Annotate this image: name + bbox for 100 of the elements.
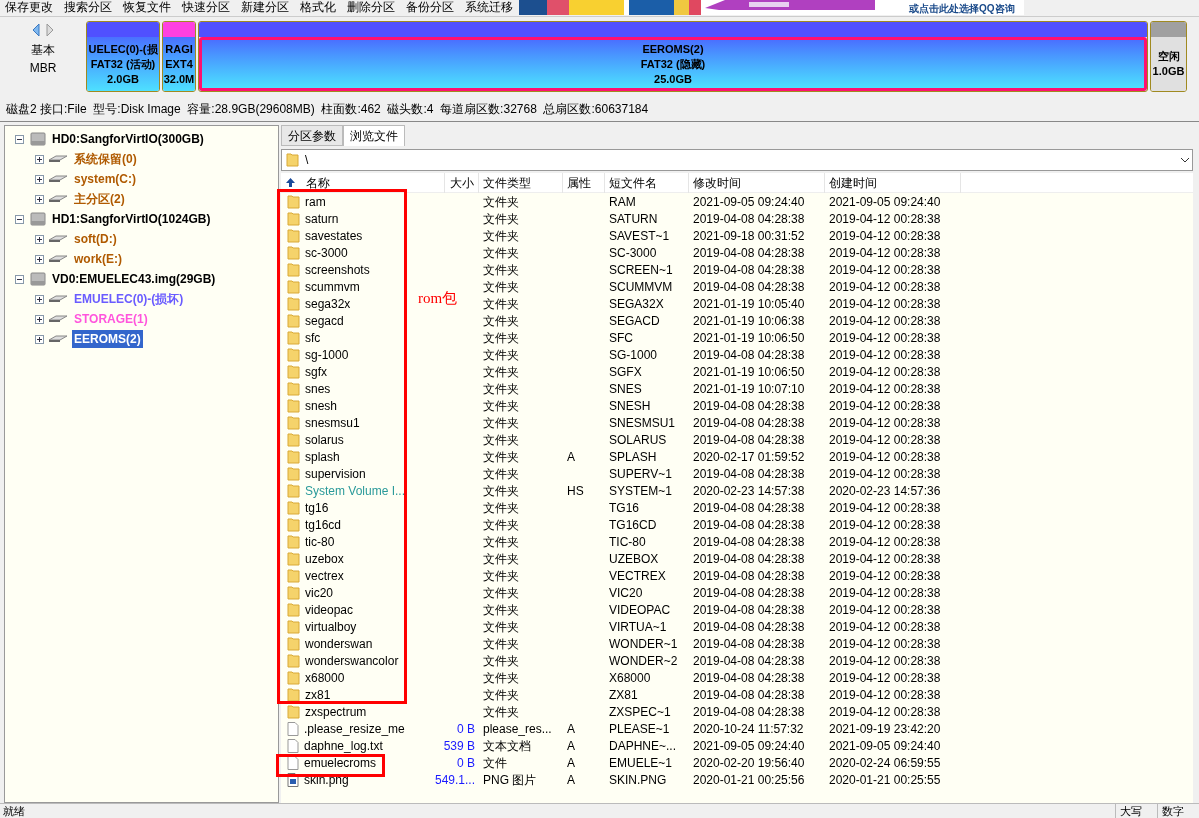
- file-name[interactable]: uzebox: [305, 549, 344, 568]
- partition-tree-item[interactable]: 主分区(2): [72, 190, 127, 208]
- created-time: 2019-04-12 00:28:38: [829, 568, 941, 583]
- partition-color-bar: [87, 22, 159, 37]
- partition-tree-item[interactable]: soft(D:): [72, 230, 119, 248]
- modified-time: 2019-04-08 04:28:38: [693, 500, 805, 515]
- file-name[interactable]: tg16cd: [305, 515, 342, 534]
- toolbar-button[interactable]: 备份分区: [406, 1, 454, 13]
- toolbar-button[interactable]: 删除分区: [347, 1, 395, 13]
- file-name[interactable]: virtualboy: [305, 617, 357, 636]
- file-type: 文件夹: [483, 517, 519, 532]
- disk-tree-item[interactable]: HD1:SangforVirtIO(1024GB): [52, 210, 211, 228]
- toolbar-button[interactable]: 保存更改: [5, 1, 53, 13]
- partition-tree-item[interactable]: EEROMS(2): [72, 330, 143, 348]
- file-name[interactable]: savestates: [305, 226, 363, 245]
- disk-tree-item[interactable]: HD0:SangforVirtIO(300GB): [52, 130, 204, 148]
- back-arrow-icon[interactable]: [31, 23, 41, 37]
- expand-toggle[interactable]: [35, 294, 44, 304]
- file-name[interactable]: daphne_log.txt: [304, 736, 383, 755]
- file-name[interactable]: skin.png: [304, 770, 349, 789]
- column-header[interactable]: 修改时间: [689, 172, 825, 193]
- created-time: 2021-09-19 23:42:20: [829, 721, 941, 736]
- toolbar-button[interactable]: 快速分区: [182, 1, 230, 13]
- file-type: 文件夹: [483, 704, 519, 719]
- file-name[interactable]: vic20: [305, 583, 333, 602]
- partition-tree-item[interactable]: system(C:): [72, 170, 138, 188]
- column-header[interactable]: 短文件名: [605, 172, 689, 193]
- ad-link[interactable]: 或点击此处选择QQ咨询: [909, 4, 1015, 14]
- file-name[interactable]: zxspectrum: [305, 702, 367, 721]
- toolbar-button[interactable]: 系统迁移: [465, 1, 513, 13]
- file-name[interactable]: segacd: [305, 311, 344, 330]
- file-name[interactable]: videopac: [305, 600, 354, 619]
- file-type: 文件夹: [483, 194, 519, 209]
- file-name[interactable]: splash: [305, 447, 340, 466]
- path-field[interactable]: \: [281, 149, 1193, 171]
- collapse-toggle[interactable]: [15, 274, 24, 284]
- column-header[interactable]: 文件类型: [479, 172, 563, 193]
- tab[interactable]: 浏览文件: [343, 125, 405, 146]
- file-name[interactable]: wonderswan: [305, 634, 373, 653]
- short-file-name: SEGA32X: [609, 296, 664, 311]
- toolbar-button[interactable]: 格式化: [300, 1, 336, 13]
- expand-toggle[interactable]: [35, 254, 44, 264]
- file-name[interactable]: zx81: [305, 685, 331, 704]
- modified-time: 2019-04-08 04:28:38: [693, 568, 805, 583]
- column-header[interactable]: 创建时间: [825, 172, 961, 193]
- expand-toggle[interactable]: [35, 334, 44, 344]
- column-header[interactable]: 属性: [563, 172, 605, 193]
- partition-tree-item[interactable]: EMUELEC(0)-(损坏): [72, 290, 186, 308]
- file-name[interactable]: saturn: [305, 209, 339, 228]
- expand-toggle[interactable]: [35, 234, 44, 244]
- modified-time: 2019-04-08 04:28:38: [693, 279, 805, 294]
- file-type: 文件夹: [483, 449, 519, 464]
- file-name[interactable]: x68000: [305, 668, 345, 687]
- file-size: 0 B: [457, 754, 475, 772]
- expand-toggle[interactable]: [35, 194, 44, 204]
- file-name[interactable]: tic-80: [305, 532, 335, 551]
- file-name[interactable]: vectrex: [305, 566, 344, 585]
- partition-block[interactable]: UELEC(0)-(损 FAT32 (活动) 2.0GB: [86, 21, 160, 92]
- partition-label: FAT32 (隐藏): [640, 56, 706, 72]
- file-name[interactable]: .please_resize_me: [304, 719, 405, 738]
- toolbar-button[interactable]: 新建分区: [241, 1, 289, 13]
- partition-tree-item[interactable]: 系统保留(0): [72, 150, 139, 168]
- file-name[interactable]: snes: [305, 379, 331, 398]
- file-name[interactable]: snesh: [305, 396, 338, 415]
- disk-tree-item[interactable]: VD0:EMUELEC43.img(29GB): [52, 270, 216, 288]
- file-name[interactable]: ram: [305, 192, 326, 211]
- toolbar-button[interactable]: 搜索分区: [64, 1, 112, 13]
- column-header[interactable]: 大小: [445, 172, 479, 193]
- file-name[interactable]: wonderswancolor: [305, 651, 399, 670]
- file-name[interactable]: tg16: [305, 498, 329, 517]
- expand-toggle[interactable]: [35, 174, 44, 184]
- file-name[interactable]: sega32x: [305, 294, 351, 313]
- created-time: 2021-09-05 09:24:40: [829, 194, 941, 209]
- image-file-icon: [287, 772, 299, 787]
- partition-block[interactable]: EEROMS(2) FAT32 (隐藏) 25.0GB: [198, 21, 1148, 92]
- toolbar-button[interactable]: 恢复文件: [123, 1, 171, 13]
- free-space-block[interactable]: 空闲 1.0GB: [1150, 21, 1187, 92]
- file-name[interactable]: sc-3000: [305, 243, 348, 262]
- collapse-toggle[interactable]: [15, 134, 24, 144]
- file-name[interactable]: screenshots: [305, 260, 370, 279]
- file-name[interactable]: solarus: [305, 430, 344, 449]
- tab[interactable]: 分区参数: [281, 125, 343, 146]
- short-file-name: SNES: [609, 381, 642, 396]
- file-name[interactable]: System Volume I...: [305, 481, 406, 500]
- expand-toggle[interactable]: [35, 154, 44, 164]
- partition-label: 25.0GB: [654, 71, 692, 87]
- created-time: 2019-04-12 00:28:38: [829, 262, 941, 277]
- file-name[interactable]: sgfx: [305, 362, 327, 381]
- expand-toggle[interactable]: [35, 314, 44, 324]
- file-name[interactable]: emuelecroms: [304, 753, 377, 772]
- partition-block[interactable]: RAGI EXT4 32.0M: [162, 21, 196, 92]
- file-name[interactable]: snesmsu1: [305, 413, 360, 432]
- created-time: 2019-04-12 00:28:38: [829, 279, 941, 294]
- file-name[interactable]: supervision: [305, 464, 366, 483]
- column-header[interactable]: 名称: [281, 172, 445, 193]
- partition-tree-item[interactable]: work(E:): [72, 250, 124, 268]
- file-name[interactable]: sg-1000: [305, 345, 349, 364]
- file-name[interactable]: scummvm: [305, 277, 360, 296]
- file-name[interactable]: sfc: [305, 328, 321, 347]
- collapse-toggle[interactable]: [15, 214, 24, 224]
